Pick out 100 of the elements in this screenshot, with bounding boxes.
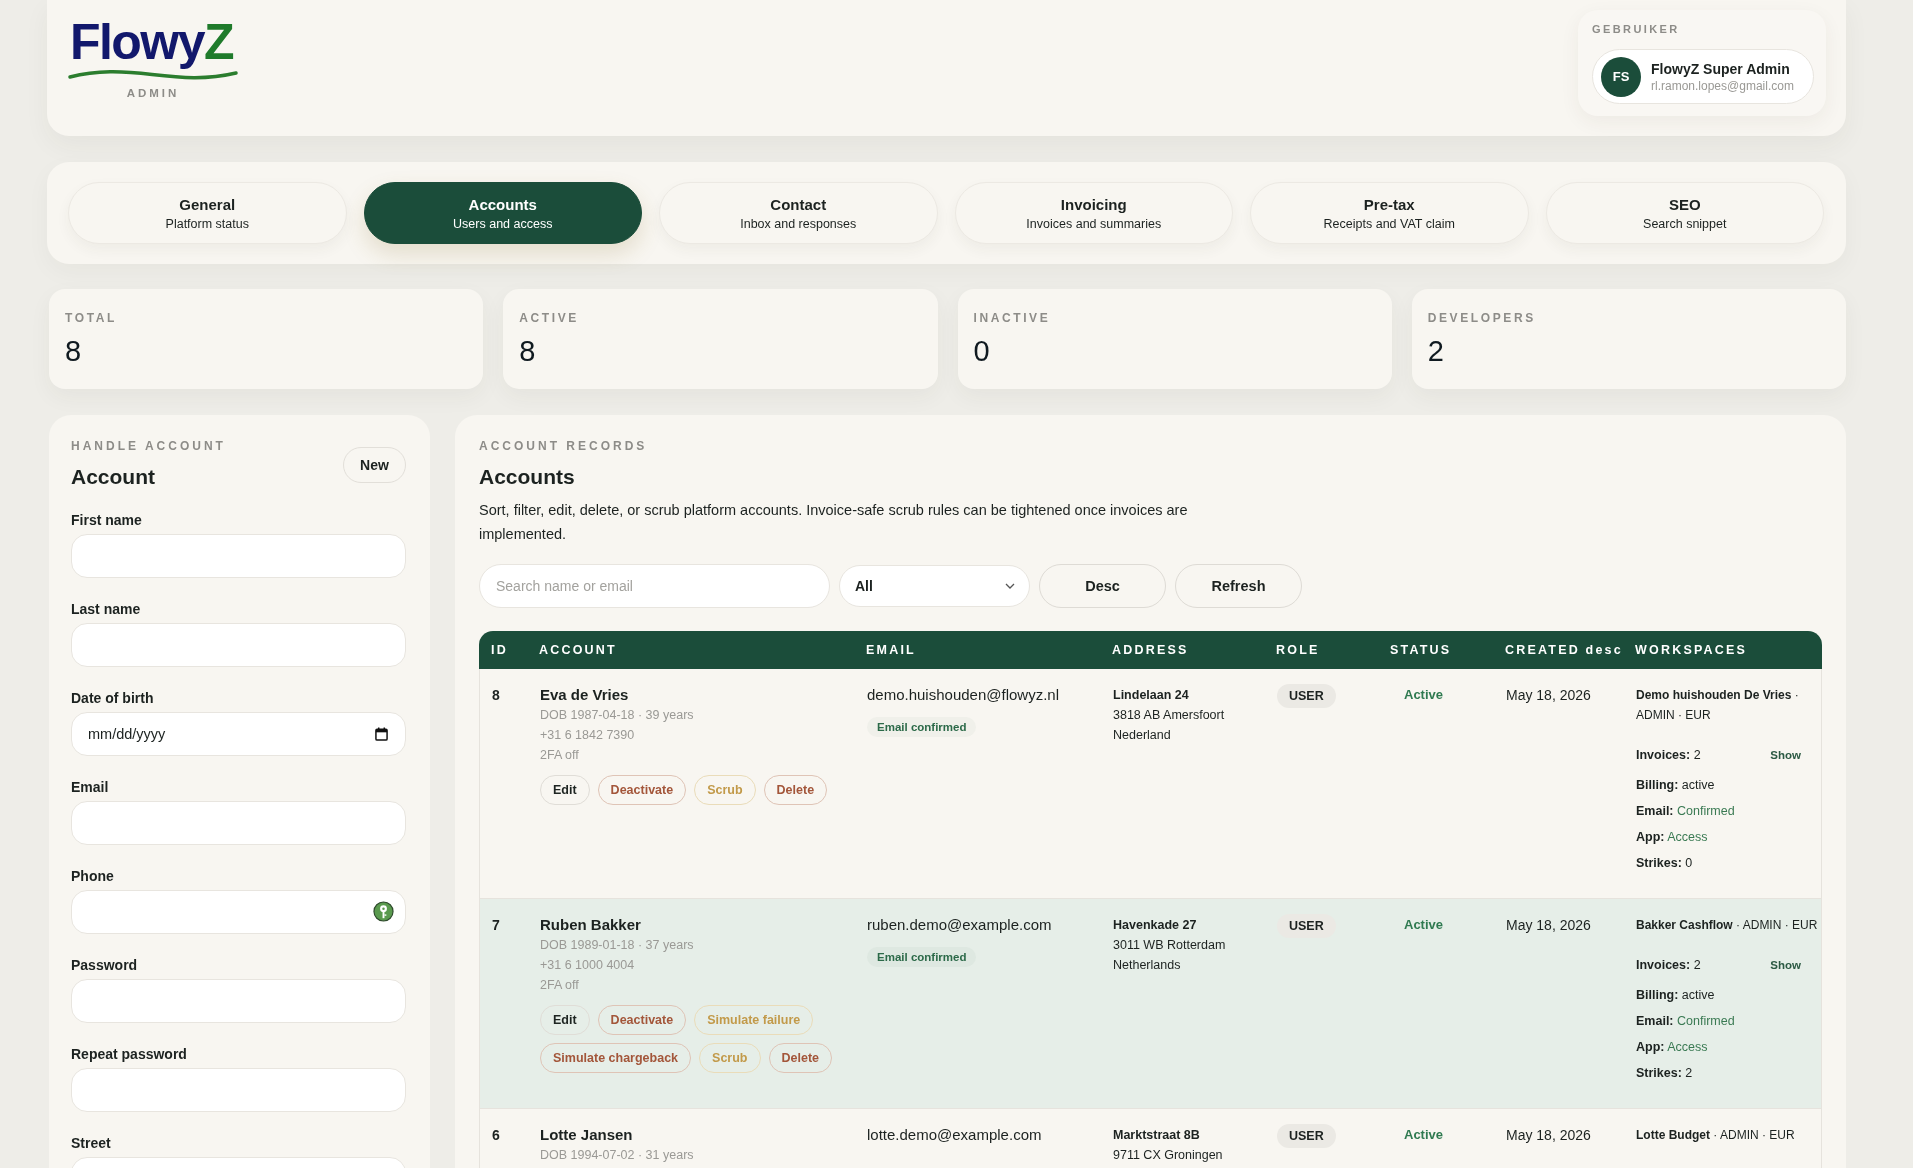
filter-dropdown[interactable]: All bbox=[839, 565, 1030, 607]
status-text: Active bbox=[1404, 686, 1444, 704]
address-street: Marktstraat 8B bbox=[1113, 1127, 1200, 1144]
account-detail: DOB 1987-04-18 · 39 years bbox=[540, 707, 694, 724]
status-text: Active bbox=[1404, 916, 1444, 934]
table-cell-text: 6 bbox=[492, 1126, 500, 1145]
input-field[interactable] bbox=[71, 623, 406, 667]
user-name: FlowyZ Super Admin bbox=[1651, 59, 1790, 78]
address-line: 3011 WB Rotterdam bbox=[1113, 937, 1226, 954]
account-name: Lotte Jansen bbox=[540, 1125, 633, 1145]
workspace-name: Bakker Cashflow · ADMIN · EUR bbox=[1636, 917, 1819, 934]
field-label: First name bbox=[71, 511, 142, 529]
workspace-detail: App: Access bbox=[1636, 1039, 1708, 1056]
column-header[interactable]: EMAIL bbox=[854, 643, 1100, 657]
nav-tab[interactable]: Contact Inbox and responses bbox=[659, 182, 938, 244]
stat-value: 0 bbox=[973, 334, 990, 369]
input-field[interactable] bbox=[71, 890, 406, 934]
address-line: 9711 CX Groningen bbox=[1113, 1147, 1223, 1164]
email-text: demo.huishouden@flowyz.nl bbox=[867, 685, 1059, 705]
column-header[interactable]: WORKSPACES bbox=[1623, 643, 1822, 657]
column-header[interactable]: STATUS bbox=[1378, 643, 1493, 657]
field-label: Phone bbox=[71, 867, 114, 885]
field-label: Repeat password bbox=[71, 1045, 187, 1063]
column-header[interactable]: CREATED desc bbox=[1493, 643, 1623, 657]
stat-label: INACTIVE bbox=[973, 311, 1051, 325]
workspace-detail: Email: Confirmed bbox=[1636, 1013, 1735, 1030]
address-street: Havenkade 27 bbox=[1113, 917, 1197, 934]
workspace-name: Lotte Budget · ADMIN · EUR bbox=[1636, 1127, 1796, 1144]
email-text: lotte.demo@example.com bbox=[867, 1125, 1042, 1145]
input-field[interactable] bbox=[71, 801, 406, 845]
created-date: May 18, 2026 bbox=[1506, 1126, 1591, 1145]
email-status-badge: Email confirmed bbox=[867, 717, 977, 737]
stat-value: 8 bbox=[519, 334, 536, 369]
email-status-badge: Email confirmed bbox=[867, 947, 977, 967]
account-detail: 2FA off bbox=[540, 747, 579, 764]
account-name: Ruben Bakker bbox=[540, 915, 641, 935]
input-field[interactable] bbox=[71, 534, 406, 578]
role-badge: USER bbox=[1277, 684, 1336, 708]
created-date: May 18, 2026 bbox=[1506, 686, 1591, 705]
workspace-detail: Strikes: 0 bbox=[1636, 855, 1693, 872]
address-line: 3818 AB Amersfoort bbox=[1113, 707, 1225, 724]
field-label: Date of birth bbox=[71, 689, 154, 707]
account-detail: +31 6 1842 7390 bbox=[540, 727, 635, 744]
column-header[interactable]: ADDRESS bbox=[1100, 643, 1264, 657]
nav-tab[interactable]: Invoicing Invoices and summaries bbox=[954, 182, 1233, 244]
field-label: Email bbox=[71, 778, 109, 796]
input-field[interactable] bbox=[71, 1068, 406, 1112]
user-chip[interactable]: FS FlowyZ Super Admin rl.ramon.lopes@gmail.com bbox=[1592, 49, 1814, 104]
section-eyebrow: ACCOUNT RECORDS bbox=[479, 439, 648, 453]
table-cell-text: 8 bbox=[492, 686, 500, 705]
swoosh-icon bbox=[68, 70, 238, 80]
show-link[interactable]: Show bbox=[1770, 959, 1801, 971]
address-line: Netherlands bbox=[1113, 957, 1181, 974]
stat-label: DEVELOPERS bbox=[1427, 311, 1536, 325]
column-header[interactable]: ROLE bbox=[1264, 643, 1378, 657]
panel-title: Accounts bbox=[479, 464, 575, 490]
search-field[interactable]: Search name or email bbox=[479, 564, 830, 608]
show-link[interactable]: Show bbox=[1770, 749, 1801, 761]
section-eyebrow: HANDLE ACCOUNT bbox=[71, 439, 226, 453]
workspace-detail: Billing: active bbox=[1636, 987, 1715, 1004]
nav-tab[interactable]: Pre-tax Receipts and VAT claim bbox=[1250, 182, 1529, 244]
account-detail: +31 6 1000 4004 bbox=[540, 957, 635, 974]
workspace-detail: Invoices: 2 bbox=[1636, 957, 1701, 974]
nav-tab[interactable]: SEO Search snippet bbox=[1545, 182, 1824, 244]
nav-tab[interactable]: General Platform status bbox=[68, 182, 347, 244]
stat-value: 8 bbox=[65, 334, 82, 369]
input-field[interactable] bbox=[71, 979, 406, 1023]
panel-title: Account bbox=[71, 464, 155, 490]
field-label: Last name bbox=[71, 600, 141, 618]
role-badge: USER bbox=[1277, 1124, 1336, 1148]
stat-value: 2 bbox=[1427, 334, 1444, 369]
role-badge: USER bbox=[1277, 914, 1336, 938]
section-description: Sort, filter, edit, delete, or scrub platform accounts. Invoice-safe scrub rules can be tightened once invoices are implemented. bbox=[479, 501, 1189, 544]
account-detail: DOB 1989-01-18 · 37 years bbox=[540, 937, 694, 954]
address-street: Lindelaan 24 bbox=[1113, 687, 1189, 704]
logo-wordmark: FlowyZ bbox=[69, 14, 235, 70]
key-icon[interactable] bbox=[373, 901, 394, 922]
calendar-icon[interactable] bbox=[375, 727, 388, 741]
account-name: Eva de Vries bbox=[540, 685, 629, 705]
column-header[interactable]: ID bbox=[479, 643, 527, 657]
account-detail: DOB 1994-07-02 · 31 years bbox=[540, 1147, 694, 1164]
nav-tab[interactable]: Accounts Users and access bbox=[363, 182, 642, 244]
stat-label: ACTIVE bbox=[519, 311, 579, 325]
field-label: Street bbox=[71, 1134, 111, 1152]
field-label: Password bbox=[71, 956, 138, 974]
user-email: rl.ramon.lopes@gmail.com bbox=[1651, 77, 1794, 94]
user-avatar: FS bbox=[1601, 56, 1641, 97]
stat-label: TOTAL bbox=[65, 311, 117, 325]
account-detail: 2FA off bbox=[540, 977, 579, 994]
chevron-down-icon bbox=[1005, 583, 1015, 589]
date-field[interactable]: mm/dd/yyyy bbox=[71, 712, 406, 756]
workspace-detail: Billing: active bbox=[1636, 777, 1715, 794]
column-header[interactable]: ACCOUNT bbox=[527, 643, 854, 657]
workspace-detail: Invoices: 2 bbox=[1636, 747, 1701, 764]
created-date: May 18, 2026 bbox=[1506, 916, 1591, 935]
status-text: Active bbox=[1404, 1126, 1444, 1144]
workspace-detail: Strikes: 2 bbox=[1636, 1065, 1693, 1082]
logo-subtitle: ADMIN bbox=[126, 86, 180, 100]
address-line: Nederland bbox=[1113, 727, 1171, 744]
workspace-name: Demo huishouden De Vries · ADMIN · EUR bbox=[1636, 687, 1800, 724]
